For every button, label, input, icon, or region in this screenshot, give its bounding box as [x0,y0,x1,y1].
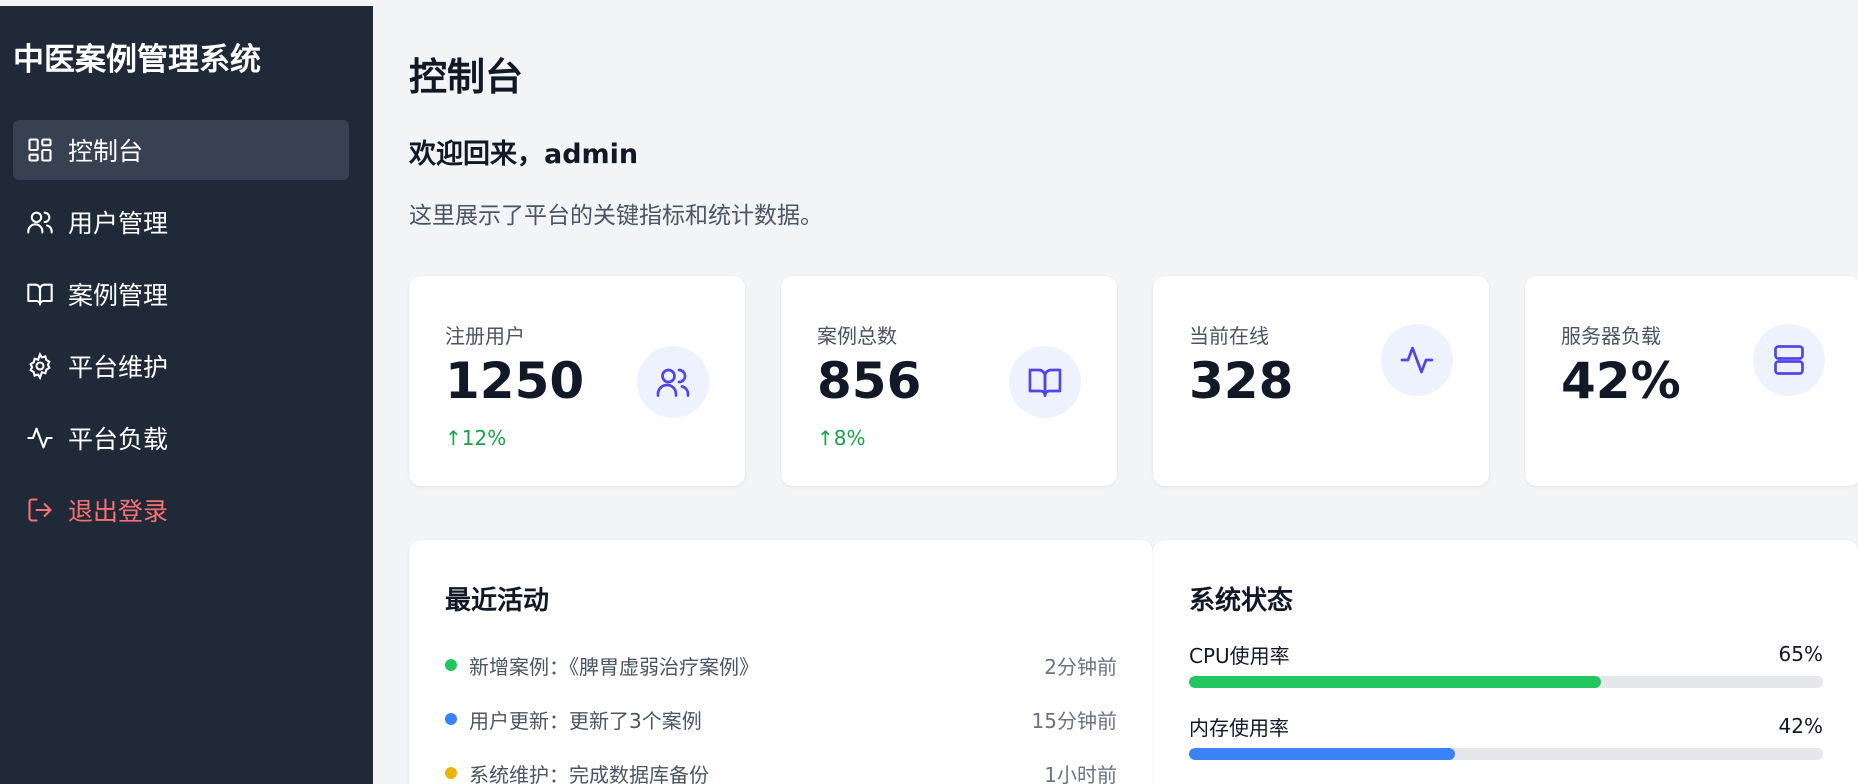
sidebar-nav: 控制台 用户管理 案例管理 平台维护 平台负载 退出登录 [13,120,349,552]
gear-icon [26,352,54,380]
activity-item: 用户更新：更新了3个案例 15分钟前 [445,692,1117,746]
sidebar-item-label: 用户管理 [68,209,169,238]
stat-value: 1250 [445,352,585,410]
main-content: 控制台 欢迎回来，admin 这里展示了平台的关键指标和统计数据。 注册用户 1… [373,6,1858,784]
sidebar-item-label: 平台负载 [68,425,169,454]
activity-time: 15分钟前 [1031,708,1117,733]
status-dot [445,713,457,725]
stat-label: 当前在线 [1189,324,1269,348]
sidebar-item-label: 案例管理 [68,281,169,310]
activity-item: 新增案例：《脾胃虚弱治疗案例》 2分钟前 [445,638,1117,692]
cpu-progress-fill [1189,676,1602,688]
sidebar-item-cases[interactable]: 案例管理 [13,264,349,324]
stat-value: 328 [1189,352,1294,410]
activity-text: 用户更新：更新了3个案例 [469,708,702,733]
stat-label: 服务器负载 [1561,324,1661,348]
activity-text: 新增案例：《脾胃虚弱治疗案例》 [469,654,759,679]
dashboard-icon [26,136,54,164]
activity-time: 2分钟前 [1044,654,1117,679]
system-status-panel: 系统状态 CPU使用率 65% 内存使用率 42% [1153,540,1858,784]
status-label: CPU使用率 [1189,643,1290,668]
app-title: 中医案例管理系统 [13,42,261,78]
book-icon [26,280,54,308]
book-icon [1009,346,1081,418]
sidebar-item-dashboard[interactable]: 控制台 [13,120,349,180]
stat-value: 42% [1561,352,1681,410]
activity-item: 系统维护：完成数据库备份 1小时前 [445,746,1117,784]
activity-time: 1小时前 [1044,762,1117,784]
sidebar-item-maintenance[interactable]: 平台维护 [13,336,349,396]
stat-label: 案例总数 [817,324,897,348]
sidebar-item-users[interactable]: 用户管理 [13,192,349,252]
status-list: CPU使用率 65% 内存使用率 42% [1189,638,1823,782]
page-title: 控制台 [409,55,524,99]
stat-trend: ↑12% [445,426,507,450]
status-dot [445,767,457,779]
users-icon [637,346,709,418]
sidebar: 中医案例管理系统 控制台 用户管理 案例管理 平台维护 平台负载 退出登录 [0,6,373,784]
stat-card-online: 当前在线 328 [1153,276,1489,486]
logout-icon [26,496,54,524]
status-item-cpu: CPU使用率 65% [1189,638,1823,710]
activity-icon [26,424,54,452]
stat-label: 注册用户 [445,324,525,348]
stat-trend: ↑8% [817,426,866,450]
stat-value: 856 [817,352,922,410]
status-value: 42% [1778,714,1823,738]
sidebar-item-label: 控制台 [68,137,144,166]
recent-activity-panel: 最近活动 新增案例：《脾胃虚弱治疗案例》 2分钟前 用户更新：更新了3个案例 1… [409,540,1153,784]
sidebar-item-logout[interactable]: 退出登录 [13,480,349,540]
users-icon [26,208,54,236]
welcome-message: 欢迎回来，admin [409,139,639,170]
sidebar-item-load[interactable]: 平台负载 [13,408,349,468]
activity-list: 新增案例：《脾胃虚弱治疗案例》 2分钟前 用户更新：更新了3个案例 15分钟前 … [445,638,1117,784]
activity-icon [1381,324,1453,396]
panel-title: 最近活动 [445,586,550,616]
server-icon [1753,324,1825,396]
sidebar-item-label: 平台维护 [68,353,169,382]
sidebar-item-label: 退出登录 [68,497,169,526]
status-item-memory: 内存使用率 42% [1189,710,1823,782]
activity-text: 系统维护：完成数据库备份 [469,762,709,784]
page-description: 这里展示了平台的关键指标和统计数据。 [409,203,823,229]
status-label: 内存使用率 [1189,715,1289,740]
status-dot [445,659,457,671]
stat-card-users: 注册用户 1250 ↑12% [409,276,745,486]
progress-track [1189,748,1823,760]
stat-card-cases: 案例总数 856 ↑8% [781,276,1117,486]
status-value: 65% [1778,642,1823,666]
memory-progress-fill [1189,748,1456,760]
panel-title: 系统状态 [1189,586,1294,616]
progress-track [1189,676,1823,688]
stat-card-server-load: 服务器负载 42% [1525,276,1858,486]
